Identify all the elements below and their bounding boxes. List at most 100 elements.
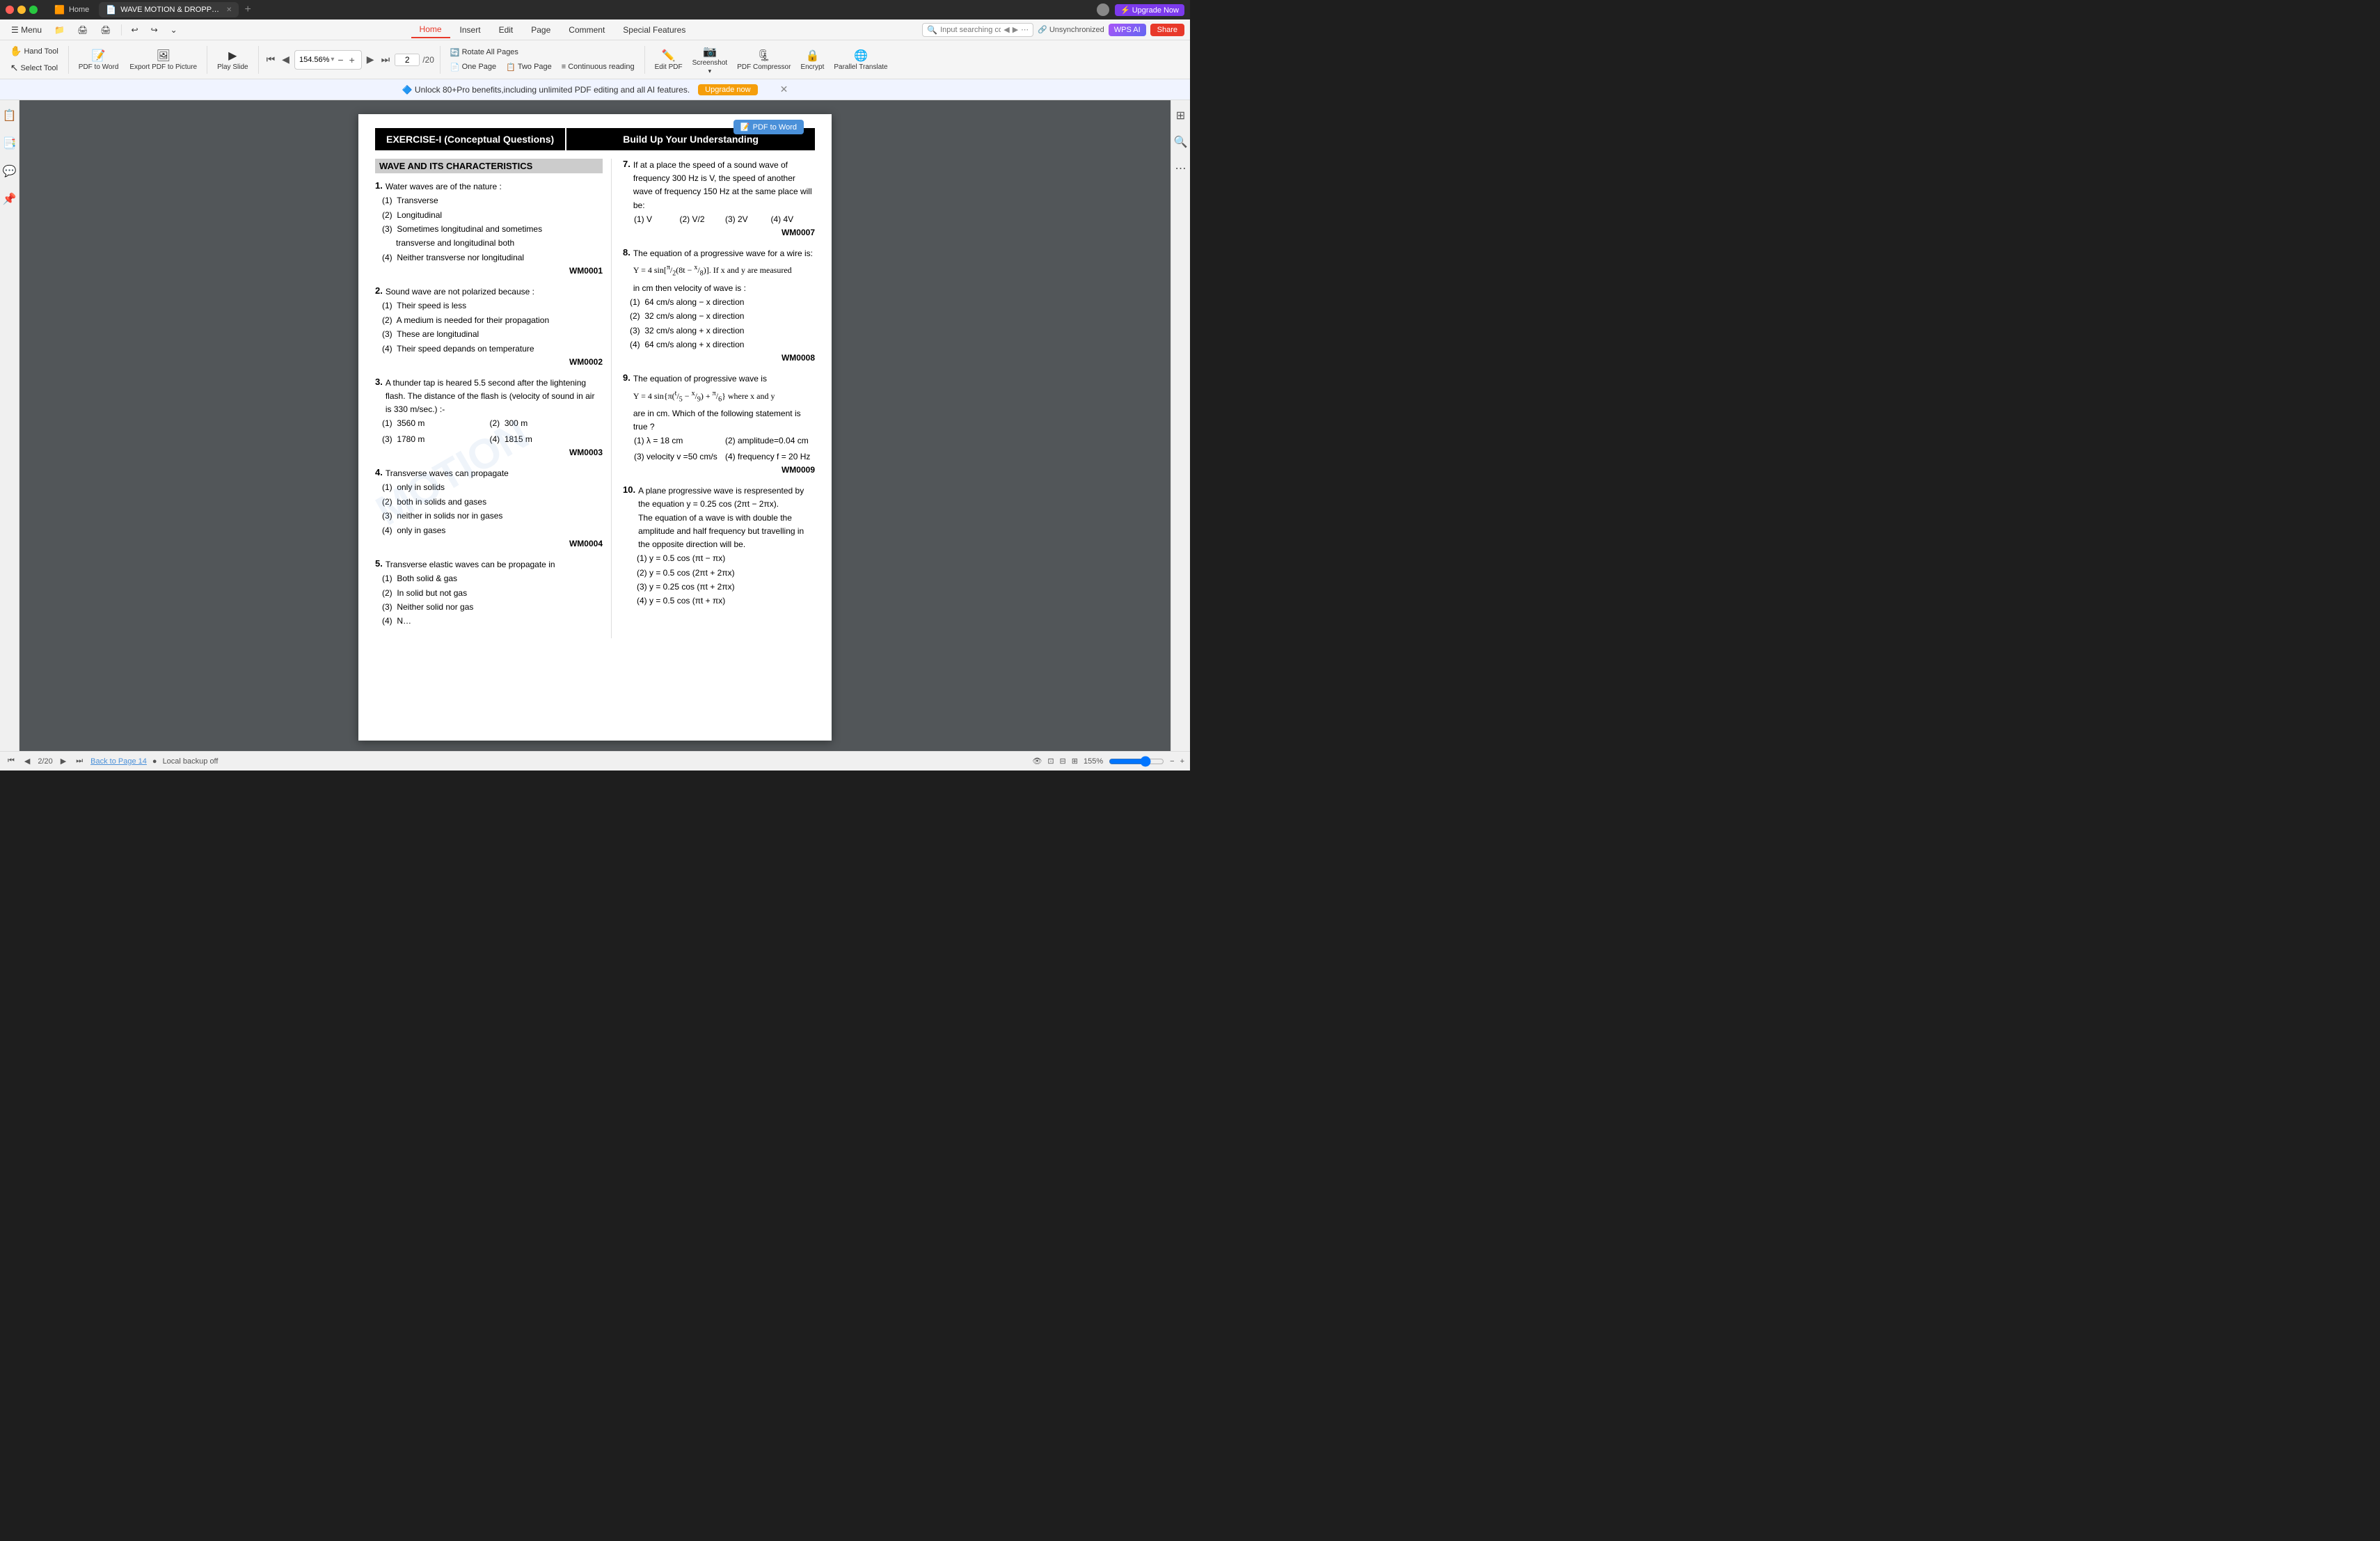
- tab-home-label: Home: [69, 6, 89, 14]
- menu-right: 🔍 ◀ ▶ ⋯ 🔗 Unsynchronized WPS AI Share: [917, 23, 1190, 37]
- status-back-to-page[interactable]: Back to Page 14: [90, 757, 147, 766]
- tab-close-icon[interactable]: ✕: [226, 6, 232, 14]
- minimize-button[interactable]: [17, 6, 26, 14]
- last-page-button[interactable]: ⏭: [379, 52, 392, 68]
- right-sidebar-grid-icon[interactable]: ⊞: [1173, 106, 1188, 125]
- unsync-label: Unsynchronized: [1049, 26, 1104, 34]
- titlebar-right: ⚡ Upgrade Now: [1097, 3, 1184, 16]
- zoom-slider[interactable]: [1109, 756, 1164, 767]
- q7-num: 7.: [623, 159, 630, 212]
- sidebar-pages-icon[interactable]: 📑: [0, 134, 19, 153]
- share-button[interactable]: Share: [1150, 24, 1184, 36]
- traffic-lights: [6, 6, 38, 14]
- sidebar-thumbnail-icon[interactable]: 📋: [0, 106, 19, 125]
- unsync-button[interactable]: 🔗 Unsynchronized: [1038, 25, 1104, 34]
- search-nav-prev[interactable]: ◀: [1003, 25, 1009, 34]
- fit-page-icon[interactable]: ⊡: [1047, 757, 1054, 766]
- tab-wavemotion-label: WAVE MOTION & DROPP…: [120, 6, 219, 14]
- close-button[interactable]: [6, 6, 14, 14]
- user-avatar[interactable]: [1097, 3, 1109, 16]
- parallel-translate-button[interactable]: 🌐 Parallel Translate: [830, 47, 891, 73]
- menu-tab-page[interactable]: Page: [523, 22, 559, 38]
- zoom-out-button[interactable]: −: [335, 52, 345, 68]
- select-tool-button[interactable]: ↖ Select Tool: [6, 60, 62, 76]
- rotate-all-button[interactable]: 🔄 Rotate All Pages: [446, 46, 639, 59]
- pdf-viewing-area[interactable]: MOTION 📝 PDF to Word EXERCISE-I (Concept…: [19, 100, 1171, 751]
- menu-tab-insert[interactable]: Insert: [452, 22, 489, 38]
- right-sidebar-more-icon[interactable]: ⋯: [1173, 159, 1189, 178]
- menu-open-icon[interactable]: 📁: [49, 22, 70, 38]
- menu-print-icon[interactable]: 🖨: [72, 22, 93, 38]
- encrypt-button[interactable]: 🔒 Encrypt: [796, 47, 828, 73]
- right-sidebar: ⊞ 🔍 ⋯: [1171, 100, 1190, 751]
- menu-tabs: Home Insert Edit Page Comment Special Fe…: [189, 22, 917, 38]
- zoom-group: 154.56% ▾ − +: [294, 50, 362, 70]
- status-prev-page[interactable]: ◀: [22, 754, 32, 768]
- statusbar: ⏮ ◀ 2/20 ▶ ⏭ Back to Page 14 ● Local bac…: [0, 751, 1190, 770]
- menu-hamburger[interactable]: ☰ Menu: [6, 22, 47, 38]
- q7-text: If at a place the speed of a sound wave …: [633, 159, 815, 212]
- first-page-button[interactable]: ⏮: [264, 52, 278, 68]
- status-first-page[interactable]: ⏮: [6, 754, 17, 768]
- pdf-to-word-float-icon: 📝: [740, 123, 750, 132]
- menu-print2-icon[interactable]: 🖨: [95, 22, 116, 38]
- parallel-translate-label: Parallel Translate: [834, 63, 887, 71]
- sidebar-bookmarks-icon[interactable]: 📌: [0, 189, 19, 209]
- menu-tab-comment[interactable]: Comment: [560, 22, 613, 38]
- tab-wavemotion[interactable]: 📄 WAVE MOTION & DROPP… ✕: [99, 2, 239, 17]
- q1-code: WM0001: [375, 266, 603, 276]
- menu-more-icon[interactable]: ⌄: [165, 22, 183, 38]
- menu-left: ☰ Menu 📁 🖨 🖨 ↩ ↪ ⌄: [0, 22, 189, 38]
- screenshot-button[interactable]: 📷 Screenshot ▾: [688, 42, 732, 77]
- rotate-all-label: Rotate All Pages: [462, 48, 518, 56]
- prev-page-button[interactable]: ◀: [280, 52, 292, 68]
- zoom-in-status[interactable]: +: [1180, 757, 1184, 766]
- add-tab-button[interactable]: +: [241, 3, 253, 16]
- menu-redo-icon[interactable]: ↪: [145, 22, 164, 38]
- screenshot-icon: 📷: [703, 45, 717, 58]
- hand-tool-button[interactable]: ✋ Hand Tool: [6, 43, 63, 59]
- status-last-page[interactable]: ⏭: [74, 754, 85, 768]
- status-next-page[interactable]: ▶: [58, 754, 68, 768]
- promo-close-button[interactable]: ✕: [780, 84, 788, 95]
- menu-undo-icon[interactable]: ↩: [126, 22, 144, 38]
- upgrade-button[interactable]: ⚡ Upgrade Now: [1115, 4, 1184, 16]
- wps-ai-button[interactable]: WPS AI: [1109, 24, 1146, 36]
- zoom-dropdown-icon[interactable]: ▾: [331, 56, 334, 63]
- search-nav-next[interactable]: ▶: [1013, 25, 1018, 34]
- search-more-icon[interactable]: ⋯: [1021, 25, 1029, 34]
- play-slide-button[interactable]: ▶ Play Slide: [213, 47, 252, 73]
- q9-text: The equation of progressive wave is: [633, 372, 815, 386]
- maximize-button[interactable]: [29, 6, 38, 14]
- search-box[interactable]: 🔍 ◀ ▶ ⋯: [922, 23, 1033, 37]
- pdf-to-word-float-button[interactable]: 📝 PDF to Word: [733, 120, 804, 134]
- q1-num: 1.: [375, 180, 383, 193]
- zoom-out-status[interactable]: −: [1170, 757, 1174, 766]
- two-page-button[interactable]: 📋 Two Page: [502, 61, 556, 74]
- screenshot-dropdown-icon[interactable]: ▾: [708, 68, 712, 75]
- continuous-reading-button[interactable]: ≡ Continuous reading: [557, 61, 639, 74]
- zoom-in-button[interactable]: +: [347, 52, 357, 68]
- next-page-button[interactable]: ▶: [365, 52, 376, 68]
- menu-tab-edit[interactable]: Edit: [491, 22, 522, 38]
- promo-upgrade-button[interactable]: Upgrade now: [698, 84, 757, 95]
- fit-width-icon[interactable]: ⊟: [1060, 757, 1066, 766]
- export-pdf-button[interactable]: 🖼 Export PDF to Picture: [125, 47, 201, 73]
- tab-home[interactable]: 🟧 Home: [47, 2, 96, 17]
- pdf-compressor-button[interactable]: 🗜 PDF Compressor: [733, 47, 795, 73]
- pdf-to-word-float-label: PDF to Word: [753, 123, 797, 132]
- sidebar-comments-icon[interactable]: 💬: [0, 161, 19, 181]
- pdf-to-word-button[interactable]: 📝 PDF to Word: [74, 47, 123, 73]
- page-layout-icon[interactable]: ⊞: [1072, 757, 1078, 766]
- pdf-tab-icon: 📄: [106, 5, 116, 15]
- pdf-to-word-label: PDF to Word: [79, 63, 119, 71]
- one-page-button[interactable]: 📄 One Page: [446, 61, 500, 74]
- menu-tab-special[interactable]: Special Features: [614, 22, 694, 38]
- edit-pdf-button[interactable]: ✏️ Edit PDF: [651, 47, 687, 73]
- q8-opt3: (3) 32 cm/s along + x direction: [623, 324, 815, 338]
- search-input[interactable]: [940, 26, 1001, 34]
- page-number-input[interactable]: [395, 54, 420, 66]
- right-sidebar-search-icon[interactable]: 🔍: [1171, 132, 1191, 152]
- page-total: /20: [422, 55, 434, 65]
- menu-tab-home[interactable]: Home: [411, 22, 450, 38]
